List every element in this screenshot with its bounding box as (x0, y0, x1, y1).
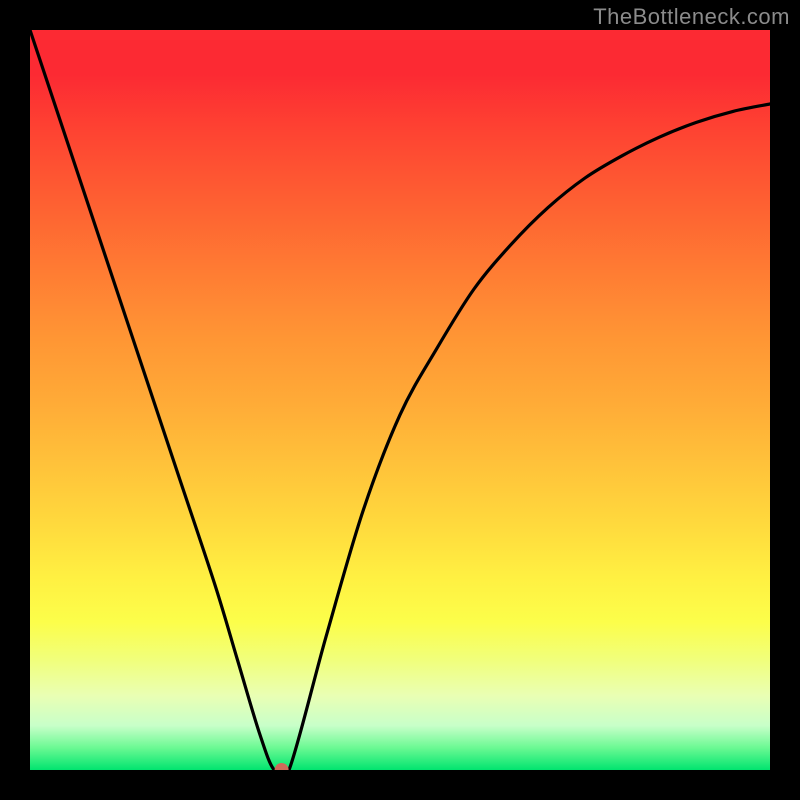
watermark-text: TheBottleneck.com (593, 4, 790, 30)
curve-svg (30, 30, 770, 770)
minimum-marker (275, 763, 289, 770)
plot-area (30, 30, 770, 770)
chart-frame: TheBottleneck.com (0, 0, 800, 800)
bottleneck-curve (30, 30, 770, 770)
